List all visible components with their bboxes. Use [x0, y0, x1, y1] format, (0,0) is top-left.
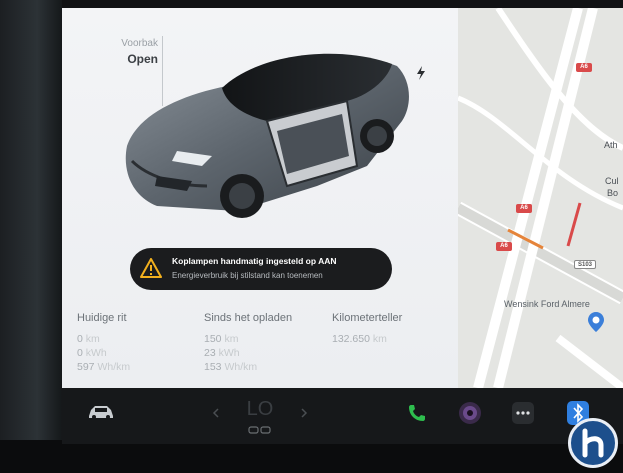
- bottom-dock: LO: [62, 388, 623, 444]
- seat-heat-icon[interactable]: [248, 425, 272, 435]
- route-shield-a6-2: A6: [516, 204, 532, 213]
- map-place-label: Bo: [607, 188, 619, 198]
- more-icon[interactable]: [512, 402, 534, 424]
- chevron-left-icon[interactable]: [212, 408, 220, 418]
- trip-distance: 0 km: [77, 333, 100, 345]
- map-poi-label[interactable]: Wensink Ford Almere: [504, 299, 590, 309]
- since-charge-stats[interactable]: Sinds het opladen 150 km 23 kWh 153 Wh/k…: [204, 312, 292, 374]
- since-charge-heading: Sinds het opladen: [204, 312, 293, 324]
- car-panel: Voorbak Open Koplampen handmatig ingeste…: [62, 8, 458, 388]
- watermark-logo: [568, 418, 618, 468]
- map-place-label: Cul: [605, 176, 619, 186]
- odometer-heading: Kilometerteller: [332, 312, 403, 324]
- bottom-bezel: [0, 440, 623, 473]
- navigation-map[interactable]: A6 A6 A6 S103 Ath Cul Bo Wensink Ford Al…: [458, 8, 623, 388]
- trip-consumption: 597 Wh/km: [77, 361, 131, 373]
- display-frame: Voorbak Open Koplampen handmatig ingeste…: [0, 0, 623, 473]
- odometer-value: 132.650 km: [332, 333, 387, 345]
- alert-title: Koplampen handmatig ingesteld op AAN: [172, 256, 337, 266]
- left-bezel: [0, 0, 62, 473]
- map-pin-icon[interactable]: [588, 312, 604, 332]
- trip-energy: 0 kWh: [77, 347, 107, 359]
- since-charge-consumption: 153 Wh/km: [204, 361, 258, 373]
- route-shield-a6: A6: [576, 63, 592, 72]
- trip-stats[interactable]: Huidige rit 0 km 0 kWh 597 Wh/km: [77, 312, 130, 374]
- alert-subtitle: Energieverbruik bij stilstand kan toenem…: [172, 271, 323, 280]
- car-icon[interactable]: [87, 404, 115, 420]
- phone-icon[interactable]: [407, 403, 427, 423]
- warning-icon: [140, 258, 162, 278]
- camera-icon[interactable]: [458, 401, 482, 425]
- climate-temperature[interactable]: LO: [240, 398, 280, 421]
- map-place-label: Ath: [604, 140, 618, 150]
- headlights-alert[interactable]: Koplampen handmatig ingesteld op AAN Ene…: [130, 248, 392, 290]
- vehicle-image: [125, 53, 409, 218]
- route-shield-a6-3: A6: [496, 242, 512, 251]
- trip-heading: Huidige rit: [77, 312, 127, 324]
- since-charge-distance: 150 km: [204, 333, 239, 345]
- odometer-stats[interactable]: Kilometerteller 132.650 km: [332, 312, 402, 346]
- chevron-right-icon[interactable]: [300, 408, 308, 418]
- route-shield-s103: S103: [574, 260, 596, 269]
- touchscreen: Voorbak Open Koplampen handmatig ingeste…: [62, 8, 623, 388]
- watermark-h-icon: [582, 428, 604, 458]
- since-charge-energy: 23 kWh: [204, 347, 240, 359]
